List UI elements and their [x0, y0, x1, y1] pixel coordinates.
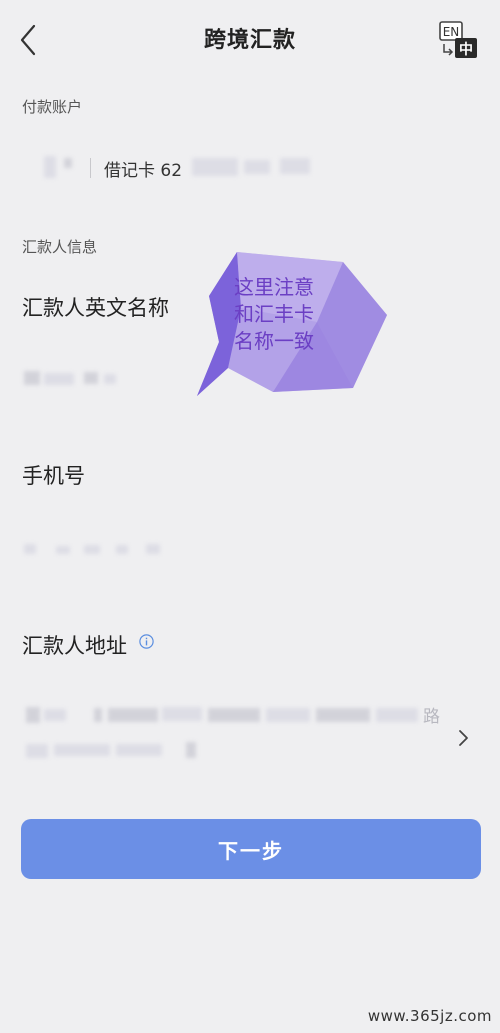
annotation-text: 这里注意 和汇丰卡 名称一致 — [234, 274, 344, 355]
card-number-redacted — [244, 160, 270, 174]
remitter-info-section-label: 汇款人信息 — [22, 238, 98, 256]
name-redacted — [104, 374, 116, 384]
address-redacted — [44, 709, 66, 721]
watermark: www.365jz.com — [367, 1007, 492, 1025]
address-visible-tail: 路 — [423, 707, 440, 727]
english-name-label: 汇款人英文名称 — [22, 296, 169, 320]
address-redacted — [94, 708, 102, 722]
phone-redacted — [146, 544, 160, 554]
annotation-line: 这里注意 — [234, 275, 314, 299]
name-redacted — [84, 372, 98, 384]
address-redacted — [376, 708, 418, 722]
language-switch-icon[interactable]: EN 中 — [438, 20, 480, 62]
address-redacted — [162, 707, 202, 721]
card-number-redacted — [280, 158, 310, 174]
payment-account-section-label: 付款账户 — [22, 98, 83, 116]
chevron-right-icon[interactable] — [456, 728, 470, 748]
annotation-line: 名称一致 — [234, 329, 314, 353]
page-title: 跨境汇款 — [203, 28, 296, 53]
account-divider — [90, 158, 91, 178]
lang-zh-text: 中 — [459, 41, 473, 58]
name-redacted — [24, 371, 40, 385]
address-redacted — [316, 708, 370, 722]
address-redacted — [108, 708, 158, 722]
name-redacted — [44, 373, 74, 385]
address-redacted — [186, 742, 196, 758]
phone-redacted — [116, 545, 128, 554]
phone-redacted — [56, 546, 70, 554]
address-redacted — [266, 708, 310, 722]
address-redacted — [116, 744, 162, 756]
redacted-block — [64, 158, 72, 168]
phone-redacted — [24, 544, 36, 554]
next-step-button[interactable]: 下一步 — [21, 819, 481, 879]
info-icon[interactable] — [139, 634, 154, 649]
address-redacted — [208, 708, 260, 722]
address-redacted — [54, 744, 110, 756]
address-redacted — [26, 744, 48, 758]
phone-label: 手机号 — [22, 464, 85, 488]
account-card-text: 借记卡 62 — [104, 161, 183, 181]
annotation-line: 和汇丰卡 — [234, 302, 314, 326]
address-label: 汇款人地址 — [22, 634, 127, 658]
bank-logo-redacted — [44, 156, 56, 178]
phone-redacted — [84, 545, 100, 554]
lang-en-text: EN — [443, 25, 460, 39]
address-redacted — [26, 707, 40, 723]
card-number-redacted — [192, 158, 238, 176]
